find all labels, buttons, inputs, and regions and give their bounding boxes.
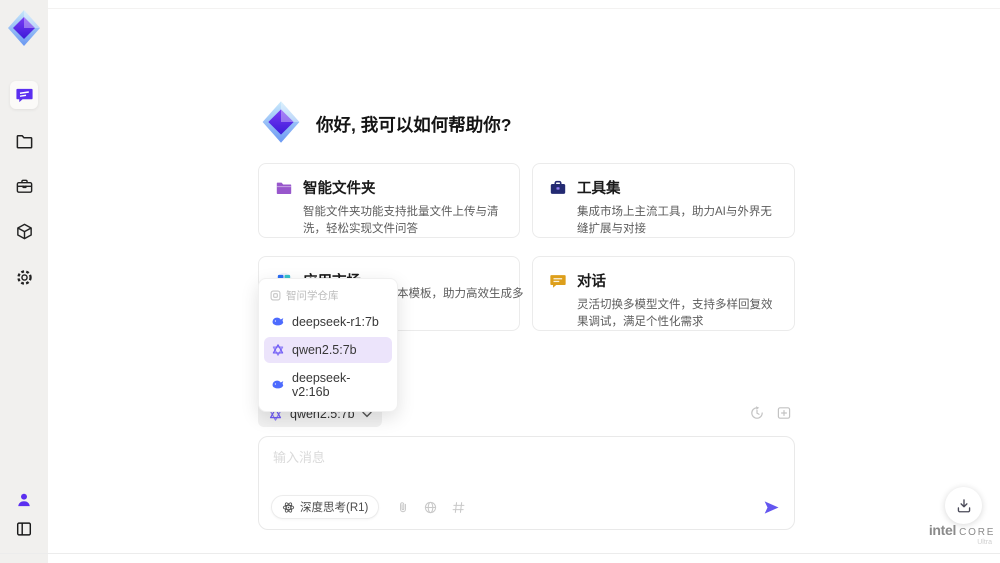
download-button[interactable] xyxy=(945,487,982,524)
sidebar-item-folders[interactable] xyxy=(10,127,38,155)
composer-tools xyxy=(396,500,466,515)
chat-icon xyxy=(15,86,34,105)
deep-think-toggle[interactable]: 深度思考(R1) xyxy=(271,495,380,519)
qwen-icon xyxy=(271,343,285,357)
person-icon xyxy=(15,491,33,509)
web-access-button[interactable] xyxy=(423,500,438,515)
history-icon xyxy=(751,406,763,419)
card-title: 工具集 xyxy=(577,181,621,197)
deepseek-icon xyxy=(271,378,285,392)
paperclip-icon xyxy=(400,501,407,512)
intel-wordmark: intel xyxy=(928,522,957,538)
folder-icon xyxy=(15,132,34,151)
download-icon xyxy=(957,498,970,512)
repository-icon xyxy=(270,290,281,301)
sidebar xyxy=(0,0,48,563)
model-option-label: qwen2.5:7b xyxy=(292,343,357,357)
ultra-label: Ultra xyxy=(977,539,992,546)
deepseek-icon xyxy=(271,315,285,329)
new-chat-icon xyxy=(777,407,791,419)
model-option-label: deepseek-v2:16b xyxy=(292,371,351,399)
core-wordmark: CORE xyxy=(959,527,996,538)
attach-button[interactable] xyxy=(396,500,410,515)
send-button[interactable] xyxy=(762,498,781,517)
gem-logo-icon xyxy=(8,10,40,46)
sidebar-item-settings[interactable] xyxy=(10,263,38,291)
card-desc: 灵活切换多模型文件，支持多样回复效果调试，满足个性化需求 xyxy=(577,299,773,329)
conversation-icon xyxy=(549,272,567,290)
bottom-divider xyxy=(0,553,1000,554)
greeting-logo xyxy=(258,99,304,145)
hashtag-icon xyxy=(452,501,465,513)
sidebar-item-apps[interactable] xyxy=(10,217,38,245)
panel-icon xyxy=(15,520,33,538)
message-composer: 深度思考(R1) xyxy=(258,436,795,530)
card-desc: 本模板，助力高效生成多 xyxy=(397,288,524,300)
history-button[interactable] xyxy=(749,405,765,421)
deep-think-label: 深度思考(R1) xyxy=(300,502,369,514)
card-desc: 智能文件夹功能支持批量文件上传与清洗，轻松实现文件问答 xyxy=(303,206,499,236)
app-window: 你好, 我可以如何帮助你? 智能文件夹 智能文件夹功能支持批量文件上传与清洗，轻… xyxy=(0,0,1000,563)
message-input[interactable] xyxy=(273,447,653,467)
model-option-label: deepseek-r1:7b xyxy=(292,315,379,329)
sidebar-item-toolbox[interactable] xyxy=(10,172,38,200)
greeting-text: 你好, 我可以如何帮助你? xyxy=(316,115,512,135)
sidebar-item-chat[interactable] xyxy=(10,81,38,109)
new-chat-button[interactable] xyxy=(776,405,792,421)
app-logo[interactable] xyxy=(4,8,44,48)
model-repository-header: 智问学仓库 xyxy=(264,283,392,307)
toolset-icon xyxy=(549,179,567,197)
briefcase-icon xyxy=(15,177,34,196)
sidebar-item-collapse[interactable] xyxy=(10,515,38,543)
prompt-library-button[interactable] xyxy=(451,500,466,515)
cube-icon xyxy=(15,222,34,241)
model-option-qwen[interactable]: qwen2.5:7b xyxy=(264,337,392,363)
sidebar-item-account[interactable] xyxy=(10,486,38,514)
model-dropdown: 智问学仓库 deepseek-r1:7b qwen2.5:7b deepseek… xyxy=(258,278,398,412)
card-toolset[interactable]: 工具集 集成市场上主流工具，助力AI与外界无缝扩展与对接 xyxy=(532,163,795,238)
send-icon xyxy=(764,501,779,514)
card-desc: 集成市场上主流工具，助力AI与外界无缝扩展与对接 xyxy=(577,206,772,236)
card-title: 智能文件夹 xyxy=(303,181,376,197)
smart-folder-icon xyxy=(275,179,293,197)
card-conversation[interactable]: 对话 灵活切换多模型文件，支持多样回复效果调试，满足个性化需求 xyxy=(532,256,795,331)
card-smart-folder[interactable]: 智能文件夹 智能文件夹功能支持批量文件上传与清洗，轻松实现文件问答 xyxy=(258,163,520,238)
chat-actions xyxy=(749,405,792,421)
model-option-deepseek-v2[interactable]: deepseek-v2:16b xyxy=(264,365,392,405)
atom-icon xyxy=(282,501,295,514)
gear-icon xyxy=(15,268,34,287)
card-title: 对话 xyxy=(577,274,606,290)
top-divider xyxy=(48,8,1000,9)
model-option-deepseek-r1[interactable]: deepseek-r1:7b xyxy=(264,309,392,335)
globe-icon xyxy=(425,501,437,513)
intel-core-badge: intel CORE Ultra xyxy=(926,522,998,546)
composer-toolbar: 深度思考(R1) xyxy=(271,495,466,519)
